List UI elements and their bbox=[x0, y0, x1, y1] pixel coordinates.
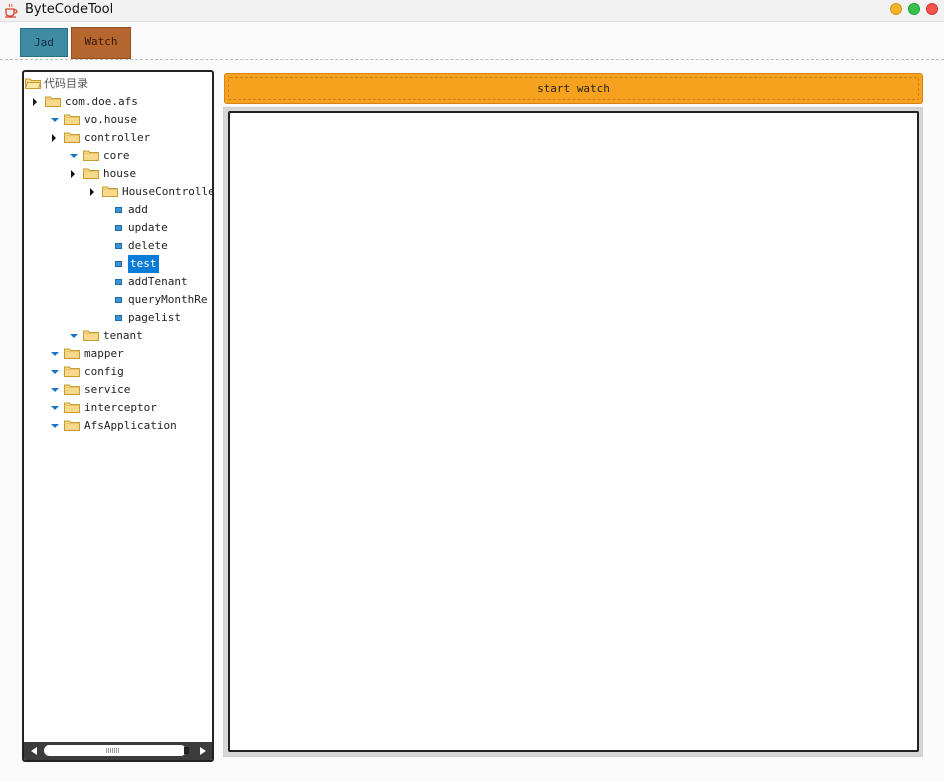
chevron-down-icon[interactable] bbox=[51, 352, 59, 356]
window-title: ByteCodeTool bbox=[25, 2, 114, 17]
title-bar: ByteCodeTool bbox=[0, 0, 944, 22]
tree-item-label: pagelist bbox=[128, 311, 181, 324]
folder-icon bbox=[64, 348, 80, 359]
tab-jad[interactable]: Jad bbox=[20, 28, 68, 57]
tree-item-label: controller bbox=[84, 131, 151, 144]
tree-item-label: mapper bbox=[84, 347, 124, 360]
method-icon bbox=[115, 207, 122, 213]
method-icon bbox=[115, 225, 122, 231]
chevron-down-icon[interactable] bbox=[70, 154, 78, 158]
watch-output-textarea[interactable] bbox=[228, 111, 919, 752]
tree-item-label: service bbox=[84, 383, 131, 396]
scrollbar-thumb-end bbox=[184, 747, 189, 754]
code-directory-tree[interactable]: 代码目录 com.doe.afs vo.house controller core ho… bbox=[22, 70, 214, 762]
java-coffee-cup-icon bbox=[5, 3, 18, 18]
folder-icon bbox=[45, 96, 61, 107]
scroll-right-icon[interactable] bbox=[200, 747, 206, 755]
chevron-right-icon[interactable] bbox=[90, 188, 94, 196]
method-icon bbox=[115, 279, 122, 285]
method-icon bbox=[115, 261, 122, 267]
folder-open-icon bbox=[25, 78, 41, 89]
scrollbar-grip-icon bbox=[106, 748, 120, 753]
scrollbar-thumb[interactable] bbox=[44, 745, 186, 756]
chevron-down-icon[interactable] bbox=[51, 118, 59, 122]
method-icon bbox=[115, 243, 122, 249]
tree-item-label: update bbox=[128, 221, 168, 234]
tree-item-label: HouseController bbox=[122, 185, 214, 198]
tree-item-label: addTenant bbox=[128, 275, 188, 288]
tree-horizontal-scrollbar[interactable] bbox=[24, 742, 212, 760]
tab-watch[interactable]: Watch bbox=[71, 27, 131, 59]
method-icon bbox=[115, 297, 122, 303]
chevron-right-icon[interactable] bbox=[52, 134, 56, 142]
start-watch-button[interactable]: start watch bbox=[224, 73, 923, 104]
close-button[interactable] bbox=[926, 3, 938, 15]
folder-icon bbox=[64, 132, 80, 143]
watch-output-frame bbox=[223, 107, 923, 757]
method-icon bbox=[115, 315, 122, 321]
folder-icon bbox=[83, 330, 99, 341]
folder-icon bbox=[64, 402, 80, 413]
tree-item-label: tenant bbox=[103, 329, 143, 342]
folder-icon bbox=[64, 114, 80, 125]
scroll-left-icon[interactable] bbox=[31, 747, 37, 755]
tree-item-label: com.doe.afs bbox=[65, 95, 138, 108]
folder-icon bbox=[102, 186, 118, 197]
folder-icon bbox=[64, 384, 80, 395]
chevron-right-icon[interactable] bbox=[33, 98, 37, 106]
chevron-down-icon[interactable] bbox=[51, 370, 59, 374]
tree-root-label: 代码目录 bbox=[44, 77, 88, 90]
tree-item-label: test bbox=[128, 255, 159, 273]
start-watch-label: start watch bbox=[537, 82, 610, 95]
folder-icon bbox=[64, 420, 80, 431]
chevron-down-icon[interactable] bbox=[51, 406, 59, 410]
minimize-button[interactable] bbox=[890, 3, 902, 15]
chevron-right-icon[interactable] bbox=[71, 170, 75, 178]
tree-item-label: queryMonthRe bbox=[128, 293, 208, 306]
tree-item-label: vo.house bbox=[84, 113, 137, 126]
tree-item-label: house bbox=[103, 167, 137, 180]
chevron-down-icon[interactable] bbox=[51, 424, 59, 428]
tree-item-label: interceptor bbox=[84, 401, 157, 414]
tree-item-label: config bbox=[84, 365, 124, 378]
chevron-down-icon[interactable] bbox=[51, 388, 59, 392]
tree-item-label: add bbox=[128, 203, 148, 216]
folder-icon bbox=[83, 150, 99, 161]
tab-divider bbox=[0, 59, 944, 60]
chevron-down-icon[interactable] bbox=[70, 334, 78, 338]
tree-item-label: AfsApplication bbox=[84, 419, 177, 432]
tree-item-label: delete bbox=[128, 239, 168, 252]
folder-icon bbox=[64, 366, 80, 377]
maximize-button[interactable] bbox=[908, 3, 920, 15]
tree-item-label: core bbox=[103, 149, 130, 162]
folder-icon bbox=[83, 168, 99, 179]
